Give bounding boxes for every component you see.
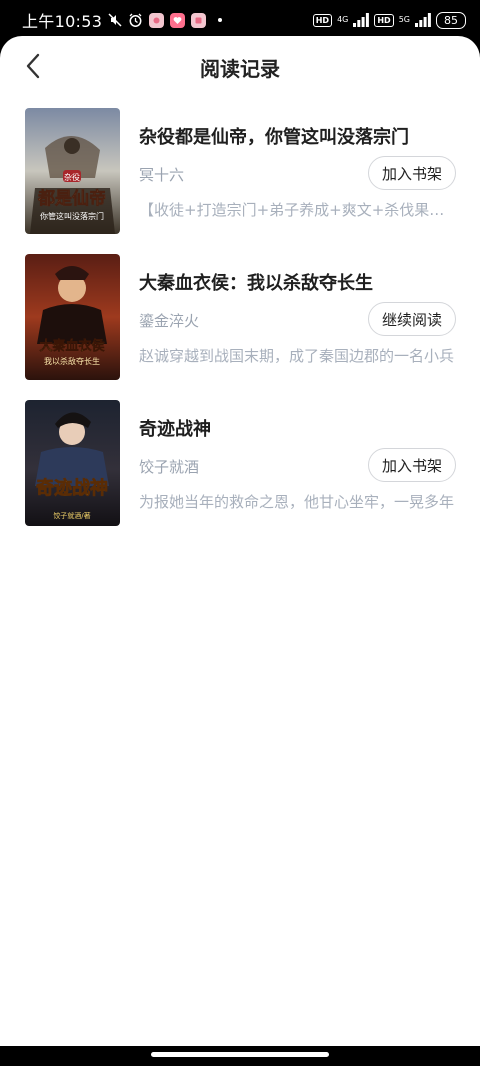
app-notification-icon	[149, 12, 165, 28]
network-5g-text: 5G	[398, 15, 410, 24]
book-cover[interactable]: 奇迹战神 饺子就酒/著	[25, 400, 120, 526]
navigation-bar	[0, 1046, 480, 1066]
alarm-icon	[128, 13, 143, 28]
add-to-shelf-button[interactable]: 加入书架	[368, 448, 456, 482]
cover-title: 都是仙帝	[37, 188, 106, 209]
book-description: 【收徒+打造宗门+弟子养成+爽文+杀伐果断】	[139, 201, 455, 219]
app-notification-icon-2	[191, 12, 207, 28]
chevron-left-icon	[26, 53, 40, 79]
book-title[interactable]: 杂役都是仙帝，你管这叫没落宗门	[139, 123, 409, 149]
book-info: 大秦血衣侯：我以杀敌夺长生 鎏金淬火 继续阅读 赵诚穿越到战国末期，成了秦国边郡…	[139, 254, 459, 380]
hd-badge-2: HD	[374, 13, 394, 27]
main-content: 阅读记录 杂役 都是仙帝 你管这叫没落宗门 杂役都是仙帝，你管这叫没落宗门 冥十…	[0, 36, 480, 1046]
add-to-shelf-button[interactable]: 加入书架	[368, 156, 456, 190]
book-cover[interactable]: 大秦血衣侯 我以杀敌夺长生	[25, 254, 120, 380]
book-info: 杂役都是仙帝，你管这叫没落宗门 冥十六 加入书架 【收徒+打造宗门+弟子养成+爽…	[139, 108, 459, 234]
more-notifications-dot	[218, 18, 223, 22]
book-author: 饺子就酒	[139, 458, 200, 476]
home-indicator[interactable]	[151, 1052, 329, 1057]
status-right: HD 4G HD 5G 85	[312, 11, 466, 29]
battery-level: 85	[444, 13, 458, 27]
book-description: 赵诚穿越到战国末期，成了秦国边郡的一名小兵	[139, 347, 455, 365]
network-4g-text: 4G	[337, 15, 349, 24]
list-item[interactable]: 奇迹战神 饺子就酒/著 奇迹战神 饺子就酒 加入书架 为报她当年的救命之恩，他甘…	[0, 400, 480, 546]
book-title[interactable]: 大秦血衣侯：我以杀敌夺长生	[139, 269, 373, 295]
cover-tag: 杂役	[64, 172, 80, 182]
signal-icon-2	[415, 13, 431, 27]
continue-reading-button[interactable]: 继续阅读	[368, 302, 456, 336]
battery-icon: 85	[436, 11, 466, 29]
book-info: 奇迹战神 饺子就酒 加入书架 为报她当年的救命之恩，他甘心坐牢，一晃多年	[139, 400, 459, 526]
network-4g-label: 4G	[337, 16, 348, 24]
signal-icon	[353, 13, 370, 27]
book-list: 杂役 都是仙帝 你管这叫没落宗门 杂役都是仙帝，你管这叫没落宗门 冥十六 加入书…	[0, 108, 480, 546]
heart-app-icon	[170, 12, 186, 28]
book-title[interactable]: 奇迹战神	[139, 415, 211, 441]
cover-subtitle: 我以杀敌夺长生	[44, 356, 100, 366]
status-left: 上午10:53	[22, 8, 223, 32]
page-title: 阅读记录	[200, 56, 280, 81]
status-bar: 上午10:53 HD 4G HD 5G 85	[0, 0, 480, 40]
screen: 上午10:53 HD 4G HD 5G 85 阅读记录 杂役 都是仙帝 你管这叫…	[0, 0, 480, 1066]
back-button[interactable]	[18, 50, 48, 82]
hd-badge: HD	[312, 13, 333, 27]
cover-title: 奇迹战神	[36, 477, 108, 499]
book-cover[interactable]: 杂役 都是仙帝 你管这叫没落宗门	[25, 108, 120, 234]
book-author: 冥十六	[139, 166, 185, 184]
network-5g-label: 5G	[399, 16, 410, 24]
status-time: 上午10:53	[22, 12, 103, 31]
book-author: 鎏金淬火	[139, 312, 200, 330]
cover-title: 大秦血衣侯	[39, 338, 104, 354]
list-item[interactable]: 大秦血衣侯 我以杀敌夺长生 大秦血衣侯：我以杀敌夺长生 鎏金淬火 继续阅读 赵诚…	[0, 254, 480, 400]
header: 阅读记录	[0, 36, 480, 98]
cover-subtitle: 你管这叫没落宗门	[40, 211, 104, 221]
book-description: 为报她当年的救命之恩，他甘心坐牢，一晃多年	[139, 493, 455, 511]
mute-icon	[108, 13, 122, 27]
cover-subtitle: 饺子就酒/著	[53, 511, 90, 520]
list-item[interactable]: 杂役 都是仙帝 你管这叫没落宗门 杂役都是仙帝，你管这叫没落宗门 冥十六 加入书…	[0, 108, 480, 254]
